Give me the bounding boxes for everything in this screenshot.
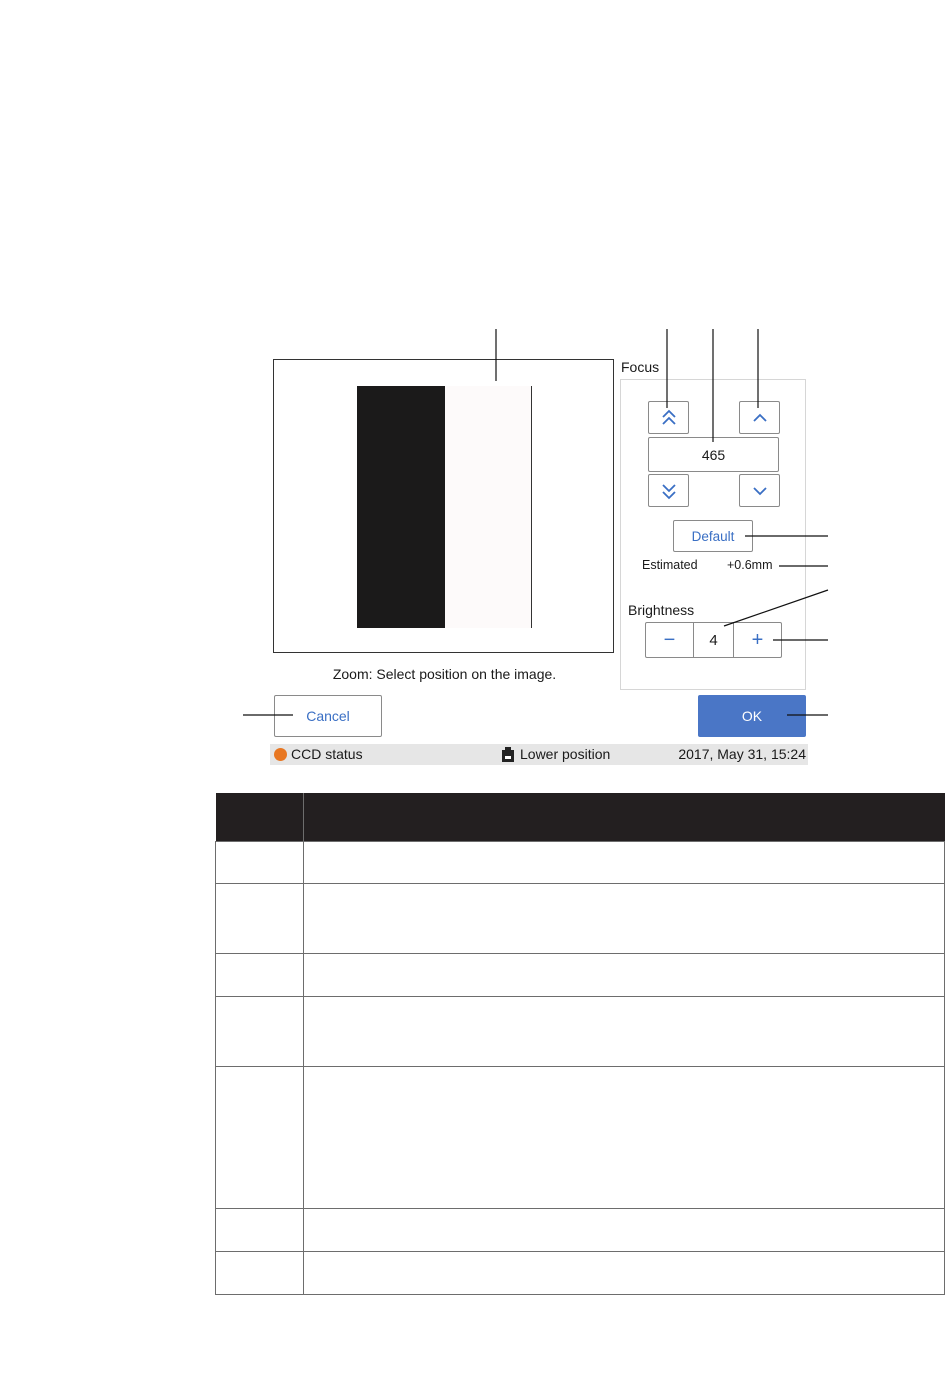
table-cell (215, 1066, 304, 1209)
table-cell (215, 1251, 304, 1295)
preview-dark-region (357, 386, 445, 628)
brightness-decrease-button[interactable]: − (646, 623, 693, 657)
table-cell (215, 953, 304, 997)
table-cell (215, 841, 304, 884)
table-cell (215, 883, 304, 954)
cancel-button[interactable]: Cancel (274, 695, 382, 737)
focus-fine-up-button[interactable] (739, 401, 780, 434)
zoom-hint: Zoom: Select position on the image. (332, 666, 557, 682)
focus-label: Focus (621, 359, 660, 375)
brightness-increase-button[interactable]: + (734, 623, 781, 657)
position-text: Lower position (520, 746, 611, 762)
default-focus-button[interactable]: Default (673, 520, 753, 552)
table-row (215, 1251, 945, 1295)
preview-light-region (445, 386, 532, 628)
brightness-value: 4 (693, 623, 734, 657)
double-chevron-up-icon (661, 409, 676, 425)
table-cell (215, 996, 304, 1067)
table-cell (303, 1251, 945, 1295)
focus-coarse-up-button[interactable] (648, 401, 689, 434)
table-cell (215, 1208, 304, 1252)
table-cell (303, 953, 945, 997)
brightness-stepper: − 4 + (645, 622, 782, 658)
legend-table (215, 793, 945, 1295)
table-row (215, 953, 945, 997)
chevron-down-icon (752, 486, 767, 495)
table-row (215, 883, 945, 954)
table-row (215, 841, 945, 884)
table-cell (303, 1208, 945, 1252)
table-cell (303, 996, 945, 1067)
chevron-up-icon (752, 413, 767, 422)
table-row (215, 996, 945, 1067)
datetime-text: 2017, May 31, 15:24 (678, 746, 806, 762)
estimated-label: Estimated (642, 558, 698, 572)
table-row (215, 1066, 945, 1209)
focus-fine-down-button[interactable] (739, 474, 780, 507)
table-header-cell (303, 793, 945, 842)
table-header-cell (215, 793, 304, 842)
double-chevron-down-icon (661, 483, 676, 499)
table-cell (303, 883, 945, 954)
ok-button[interactable]: OK (698, 695, 806, 737)
ccd-status-text: CCD status (291, 746, 363, 762)
table-row (215, 1208, 945, 1252)
table-cell (303, 841, 945, 884)
stage-position-icon (502, 747, 514, 762)
ccd-status-indicator-icon (274, 748, 287, 761)
focus-value-field[interactable]: 465 (648, 437, 779, 472)
status-bar: CCD status Lower position 2017, May 31, … (270, 744, 808, 765)
table-header-row (215, 793, 945, 842)
estimated-value: +0.6mm (727, 558, 773, 572)
focus-coarse-down-button[interactable] (648, 474, 689, 507)
table-cell (303, 1066, 945, 1209)
brightness-label: Brightness (628, 602, 695, 618)
